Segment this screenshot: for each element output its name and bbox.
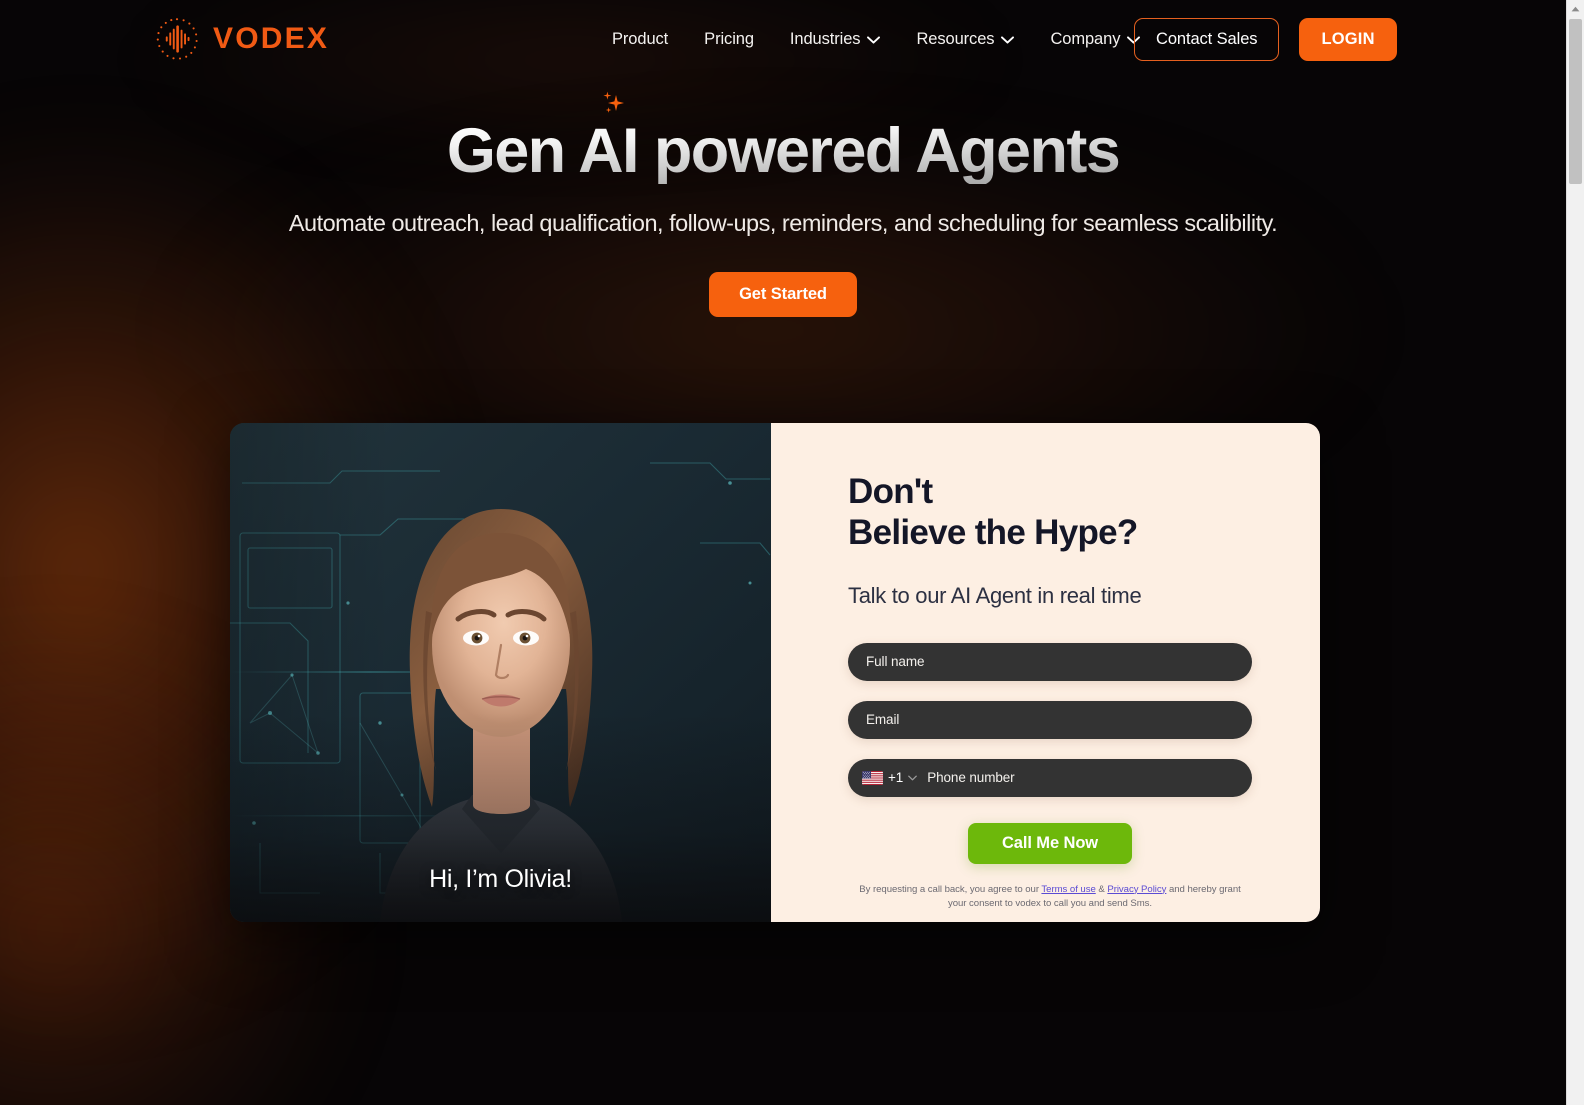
form-title: Don't Believe the Hype? xyxy=(848,471,1252,554)
browser-viewport: VODEX Product Pricing Industries Resourc… xyxy=(0,0,1566,1105)
agent-preview-panel[interactable]: Hi, I’m Olivia! xyxy=(230,423,771,922)
header-actions: Contact Sales LOGIN xyxy=(1134,18,1397,61)
main-navigation: Product Pricing Industries Resources Com… xyxy=(612,26,1158,53)
full-name-field[interactable] xyxy=(848,642,1252,681)
chevron-down-icon xyxy=(867,35,881,44)
nav-label-pricing: Pricing xyxy=(704,30,754,48)
disclaimer-part-2: & xyxy=(1095,883,1108,895)
email-field[interactable] xyxy=(848,700,1252,739)
nav-label-company: Company xyxy=(1050,30,1121,48)
email-input[interactable] xyxy=(866,712,1234,728)
disclaimer-part-1: By requesting a call back, you agree to … xyxy=(859,883,1042,895)
privacy-policy-link[interactable]: Privacy Policy xyxy=(1107,884,1166,895)
hero-title-text: Gen AI powered Agents xyxy=(446,116,1120,186)
submit-container: Call Me Now xyxy=(848,822,1252,864)
nav-label-product: Product xyxy=(612,30,669,48)
chevron-down-icon xyxy=(1001,35,1015,44)
get-started-button[interactable]: Get Started xyxy=(709,272,857,317)
call-me-now-button[interactable]: Call Me Now xyxy=(967,822,1133,864)
page-scrollbar[interactable] xyxy=(1566,0,1584,1105)
brand-name: VODEX xyxy=(213,22,330,55)
country-code-selector[interactable]: +1 xyxy=(862,770,927,785)
agent-caption: Hi, I’m Olivia! xyxy=(429,865,572,893)
phone-number-input[interactable] xyxy=(927,770,1234,786)
hero-subtitle: Automate outreach, lead qualification, f… xyxy=(288,210,1278,236)
sparkle-icon xyxy=(603,91,624,113)
dial-code-label: +1 xyxy=(888,770,904,786)
login-button[interactable]: LOGIN xyxy=(1299,18,1397,61)
page-root: VODEX Product Pricing Industries Resourc… xyxy=(0,0,1584,1105)
agent-image-overlay xyxy=(230,423,771,922)
nav-item-pricing[interactable]: Pricing xyxy=(686,26,772,53)
sound-wave-logo-icon xyxy=(156,18,198,60)
form-title-line1: Don't xyxy=(848,472,933,511)
terms-of-use-link[interactable]: Terms of use xyxy=(1041,884,1095,895)
contact-sales-button[interactable]: Contact Sales xyxy=(1134,18,1280,61)
nav-item-resources[interactable]: Resources xyxy=(898,26,1032,53)
nav-label-resources: Resources xyxy=(916,30,995,48)
site-header: VODEX Product Pricing Industries Resourc… xyxy=(0,0,1566,78)
form-title-line2: Believe the Hype? xyxy=(848,513,1138,553)
scroll-up-arrow-icon[interactable] xyxy=(1567,0,1584,17)
hero-cta-container: Get Started xyxy=(0,272,1566,317)
nav-item-industries[interactable]: Industries xyxy=(772,26,899,53)
form-subtitle: Talk to our AI Agent in real time xyxy=(848,582,1142,608)
demo-card: Hi, I’m Olivia! Don't Believe the Hype? … xyxy=(230,423,1320,922)
hero-title-container: Gen AI powered Agents xyxy=(0,91,1566,186)
us-flag-icon xyxy=(862,770,883,785)
chevron-down-icon xyxy=(908,775,918,781)
full-name-input[interactable] xyxy=(866,654,1234,670)
nav-label-industries: Industries xyxy=(789,30,861,48)
page-title: Gen AI powered Agents xyxy=(446,91,1120,186)
callback-form-panel: Don't Believe the Hype? Talk to our AI A… xyxy=(771,423,1320,922)
nav-item-product[interactable]: Product xyxy=(612,26,686,53)
phone-field[interactable]: +1 xyxy=(848,758,1252,797)
scrollbar-thumb[interactable] xyxy=(1569,19,1582,184)
brand-logo[interactable]: VODEX xyxy=(154,16,329,62)
consent-disclaimer: By requesting a call back, you agree to … xyxy=(848,883,1252,911)
